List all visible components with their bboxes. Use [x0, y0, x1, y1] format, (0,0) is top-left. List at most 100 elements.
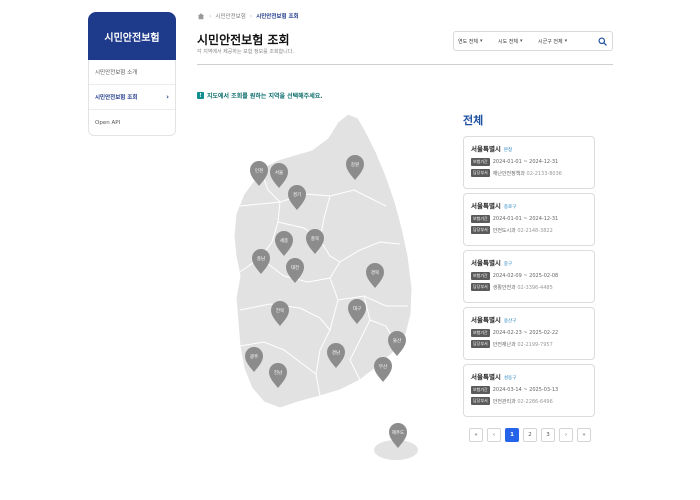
card-period: 2024-01-01 ~ 2024-12-31: [492, 216, 559, 222]
dept-tag: 담당부서: [471, 340, 490, 348]
sidebar-item-intro[interactable]: 시민안전보험 소개: [89, 60, 175, 85]
map-pin-label: 경북: [371, 269, 379, 276]
card-title: 서울특별시 성동구: [471, 371, 587, 381]
chevron-down-icon: ▾: [564, 38, 568, 44]
card-dept-name: 안전도시과: [492, 227, 516, 234]
card-district: 성동구: [503, 376, 517, 381]
page-description: 각 지역에서 제공하는 보험 정보를 조회합니다.: [197, 49, 294, 55]
pagination-page-2[interactable]: 2: [523, 428, 537, 442]
card-city: 서울특별시: [471, 202, 501, 210]
card-dept: 생활안전과 02-3396-4485: [493, 284, 553, 291]
pagination-last-button[interactable]: »: [577, 428, 591, 442]
card-phone: 02-3396-4485: [517, 284, 553, 291]
insurance-card[interactable]: 서울특별시 종로구 보험기간 2024-01-01 ~ 2024-12-31 담…: [463, 193, 595, 246]
period-tag: 보험기간: [471, 158, 490, 166]
card-dept-name: 안전재난과: [492, 341, 516, 348]
map-pin-label: 전남: [274, 369, 282, 376]
insurance-card[interactable]: 서울특별시 용산구 보험기간 2024-02-23 ~ 2025-02-22 담…: [463, 307, 595, 360]
korea-region-map: 인천 서울경기 강원세종 충북충남대전경북대구 전북울산경남광주전남 부산제주도: [233, 113, 418, 460]
pagination-next-button[interactable]: ›: [559, 428, 573, 442]
card-dept: 안전도시과 02-2148-3822: [493, 227, 553, 234]
period-tag: 보험기간: [471, 386, 490, 394]
page-title: 시민안전보험 조회: [197, 33, 290, 47]
card-title: 서울특별시 중구: [471, 257, 587, 267]
sidebar-menu: 시민안전보험 소개 시민안전보험 조회 › Open API: [88, 60, 176, 136]
card-period: 2024-02-23 ~ 2025-02-22: [492, 330, 559, 336]
map-pin-label: 서울: [275, 169, 283, 176]
card-dept-row: 담당부서 생활안전과 02-3396-4485: [471, 283, 587, 291]
card-district: 용산구: [503, 319, 517, 324]
card-dept-row: 담당부서 재난안전정책과 02-2133-8036: [471, 169, 587, 177]
search-button[interactable]: [596, 35, 608, 47]
map-pin-label: 울산: [393, 337, 401, 344]
map-pin-label: 제주도: [392, 429, 404, 436]
card-city: 서울특별시: [471, 145, 501, 153]
card-dept-name: 재난안전정책과: [492, 170, 525, 177]
card-period: 2024-01-01 ~ 2024-12-31: [492, 159, 559, 165]
map-pin-label: 대구: [353, 305, 361, 312]
map-pin-label: 광주: [250, 353, 258, 360]
card-period-row: 보험기간 2024-01-01 ~ 2024-12-31: [471, 158, 587, 166]
pagination: « ‹ 1 2 3 › »: [469, 428, 591, 442]
district-select-value: 시군구 전체: [538, 38, 563, 45]
year-select-value: 연도 전체: [458, 38, 478, 45]
chevron-down-icon: ▾: [520, 38, 523, 44]
card-phone: 02-2133-8036: [526, 170, 562, 177]
province-select[interactable]: 시도 전체 ▾: [498, 38, 534, 45]
card-city: 서울특별시: [471, 316, 501, 324]
period-tag: 보험기간: [471, 329, 490, 337]
sidebar-item-lookup[interactable]: 시민안전보험 조회 ›: [89, 85, 175, 110]
card-phone: 02-2148-3822: [517, 227, 553, 234]
insurance-card[interactable]: 서울특별시 중구 보험기간 2024-02-09 ~ 2025-02-08 담당…: [463, 250, 595, 303]
breadcrumb-separator: ›: [209, 12, 212, 20]
sidebar-item-open-api[interactable]: Open API: [89, 110, 175, 135]
pagination-prev-button[interactable]: ‹: [487, 428, 501, 442]
year-select[interactable]: 연도 전체 ▾: [458, 38, 494, 45]
sidebar-item-label: 시민안전보험 조회: [95, 95, 138, 101]
sidebar-title: 시민안전보험: [88, 12, 176, 60]
card-title: 서울특별시 본청: [471, 143, 587, 153]
dept-tag: 담당부서: [471, 397, 490, 405]
breadcrumb-item-current: 시민안전보험 조회: [256, 14, 299, 20]
map-pin-label: 세종: [280, 237, 288, 244]
pagination-page-3[interactable]: 3: [541, 428, 555, 442]
card-dept-name: 생활안전과: [492, 284, 516, 291]
chevron-down-icon: ▾: [480, 38, 483, 44]
pagination-first-button[interactable]: «: [469, 428, 483, 442]
map-pin-label: 경기: [293, 191, 301, 198]
search-icon: [597, 36, 607, 46]
card-period: 2024-02-09 ~ 2025-02-08: [492, 273, 559, 279]
pagination-page-1[interactable]: 1: [505, 428, 519, 442]
map-pin[interactable]: 부산: [374, 357, 392, 382]
breadcrumb-item-insurance[interactable]: 시민안전보험: [215, 12, 245, 20]
map-instruction: ! 지도에서 조회를 원하는 지역을 선택해주세요.: [197, 91, 323, 100]
insurance-card[interactable]: 서울특별시 성동구 보험기간 2024-03-14 ~ 2025-03-13 담…: [463, 364, 595, 417]
map-pin-label: 충남: [257, 255, 265, 262]
card-phone: 02-2286-6496: [517, 398, 553, 405]
card-dept-row: 담당부서 안전관리과 02-2286-6496: [471, 397, 587, 405]
map-pin-label: 전북: [276, 307, 284, 314]
card-dept: 재난안전정책과 02-2133-8036: [493, 170, 562, 177]
card-city: 서울특별시: [471, 373, 501, 381]
card-period: 2024-03-14 ~ 2025-03-13: [492, 387, 559, 393]
card-city: 서울특별시: [471, 259, 501, 267]
card-dept-row: 담당부서 안전재난과 02-2199-7957: [471, 340, 587, 348]
card-period-row: 보험기간 2024-03-14 ~ 2025-03-13: [471, 386, 587, 394]
breadcrumb: › 시민안전보험 › 시민안전보험 조회: [197, 12, 299, 20]
dept-tag: 담당부서: [471, 283, 490, 291]
info-flag-icon: !: [197, 92, 204, 99]
card-dept: 안전관리과 02-2286-6496: [493, 398, 553, 405]
sidebar-item-label: 시민안전보험 소개: [95, 70, 138, 76]
card-title: 서울특별시 용산구: [471, 314, 587, 324]
dept-tag: 담당부서: [471, 169, 490, 177]
home-icon[interactable]: [197, 12, 205, 20]
filter-bar: 연도 전체 ▾ 시도 전체 ▾ 시군구 전체 ▾: [453, 31, 613, 51]
province-select-value: 시도 전체: [498, 38, 518, 45]
card-dept-row: 담당부서 안전도시과 02-2148-3822: [471, 226, 587, 234]
card-district: 종로구: [503, 205, 517, 210]
district-select[interactable]: 시군구 전체 ▾: [538, 38, 580, 45]
insurance-card[interactable]: 서울특별시 본청 보험기간 2024-01-01 ~ 2024-12-31 담당…: [463, 136, 595, 189]
sidebar-item-label: Open API: [95, 119, 121, 126]
insurance-card-list: 서울특별시 본청 보험기간 2024-01-01 ~ 2024-12-31 담당…: [463, 136, 595, 421]
chevron-right-icon: ›: [166, 93, 169, 101]
